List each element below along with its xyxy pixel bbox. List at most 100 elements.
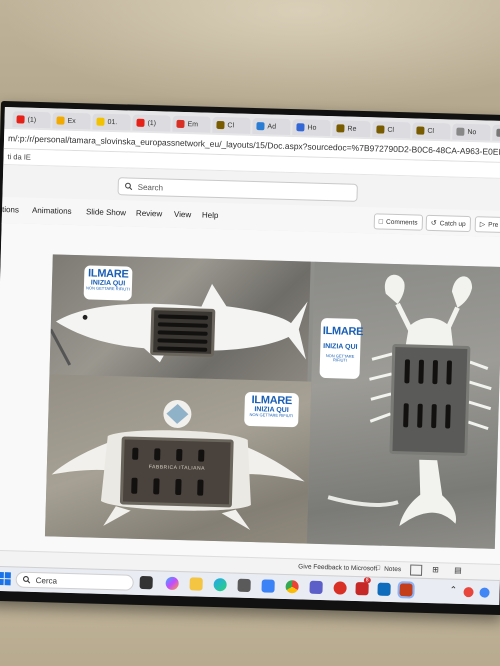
youtube-icon [136,118,145,127]
slide-sorter-icon[interactable]: ⊞ [432,565,439,574]
browser-tab[interactable]: Cl [372,121,411,139]
reading-view-icon[interactable]: ▤ [454,566,462,575]
crown-icon [336,124,345,133]
slide-canvas: ILMARE INIZIA QUI NON GETTARE RIFIUTI FA… [0,222,500,566]
monitor: (1)Ex01.(1)EmClAdHoReClClNoHoRe m/:p:/r/… [0,100,500,616]
ilmare-sticker: ILMARE INIZIA QUI NON GETTARE RIFIUTI [83,265,133,301]
wall-background [0,0,500,110]
catch-up-label: Catch up [439,219,466,228]
browser-tab-label: Cl [387,126,395,134]
photo-lobster: ILMARE INIZIA QUI NON GETTARE RIFIUTI [306,261,500,549]
comment-icon: □ [378,217,384,226]
teams-icon[interactable] [309,580,323,595]
screen: (1)Ex01.(1)EmClAdHoReClClNoHoRe m/:p:/r/… [0,107,500,605]
task-view-icon[interactable] [139,575,153,590]
notes-icon: □ [376,564,381,572]
browser-tab[interactable]: Ho [292,119,331,137]
tab-review[interactable]: Review [136,209,162,219]
notes-button[interactable]: Notes [384,566,401,573]
browser-tab-label: Ho [307,123,317,132]
app-icon[interactable] [333,581,347,595]
app-icon[interactable] [355,581,369,596]
browser-tab[interactable]: (1) [132,114,171,132]
tray-app-icon[interactable] [463,587,474,598]
chevron-up-icon[interactable]: ⌃ [449,585,457,596]
bookmark-item[interactable]: ti da IE [7,152,31,162]
search-icon [23,576,31,584]
slide[interactable]: ILMARE INIZIA QUI NON GETTARE RIFIUTI FA… [44,254,500,549]
tab-icon [96,117,105,126]
tab-icon [496,128,500,137]
start-icon[interactable] [0,571,11,586]
browser-tab[interactable]: No [452,123,491,141]
tab-icon [176,119,185,129]
catch-up-icon: ↺ [430,219,437,228]
browser-tab-label: (1) [147,119,157,127]
notification-badge: 8 [363,577,371,584]
tab-slide-show[interactable]: Slide Show [86,207,126,217]
browser-tab[interactable]: 01. [92,113,131,131]
browser-tab-label: No [467,128,477,136]
browser-tab-label: 01. [107,118,118,126]
photo-shark: ILMARE INIZIA QUI NON GETTARE RIFIUTI [49,254,311,382]
sticker-note: NON GETTARE RIFIUTI [249,411,294,419]
edge-icon[interactable] [213,578,227,592]
tab-icon [256,122,265,131]
taskbar-search[interactable]: Cerca [15,571,134,591]
sticker-note: NON GETTARE RIFIUTI [325,353,355,363]
catch-up-button[interactable]: ↺ Catch up [425,214,471,233]
present-button[interactable]: ▷ Pre [474,216,500,233]
sticker-title: ILMARE [322,324,364,339]
search-placeholder: Search [137,182,164,192]
browser-tab[interactable]: Cl [212,116,251,134]
present-label: Pre [488,221,499,229]
browser-tab-label: Ex [67,117,76,125]
ilmare-sticker: ILMARE INIZIA QUI NON GETTARE RIFIUTI [319,317,364,380]
browser-tab[interactable]: Cl [412,122,451,140]
browser-tab-label: Em [187,120,199,128]
grate-text: FABBRICA ITALIANA [148,464,206,472]
browser-tab-label: Re [347,125,357,133]
crown-icon [216,120,225,130]
search-box[interactable]: Search [117,177,358,202]
search-icon [125,182,133,191]
ilmare-sticker: ILMARE INIZIA QUI NON GETTARE RIFIUTI [244,391,300,428]
browser-tab-label: Ad [267,122,277,131]
browser-tab[interactable]: Re [332,120,371,138]
snipping-tool-icon[interactable] [377,582,391,596]
file-explorer-icon[interactable] [189,577,203,591]
comments-label: Comments [385,218,418,227]
powerpoint-icon[interactable] [397,581,415,599]
comments-button[interactable]: □ Comments [373,213,423,231]
tab-transitions[interactable]: tions [2,205,19,214]
photo-turtle: FABBRICA ITALIANA ILMARE INIZIA QUI NON … [44,374,312,544]
browser-tab[interactable]: (1) [12,111,51,129]
browser-tab-label: Cl [427,127,435,135]
taskbar-search-label: Cerca [35,575,58,586]
browser-tab[interactable]: Ex [52,112,91,130]
normal-view-icon[interactable] [409,564,423,576]
feedback-link[interactable]: Give Feedback to Microsoft [298,563,377,572]
chrome-icon[interactable] [285,580,299,594]
sticker-subtitle: INIZIA QUI [323,342,358,351]
browser-tab[interactable]: Em [172,115,211,133]
app-icon[interactable] [261,579,275,593]
browser-tab-label: Cl [227,121,235,129]
copilot-icon[interactable] [165,576,179,591]
youtube-icon [16,115,25,124]
browser-tab[interactable]: Ad [252,117,291,135]
tab-icon [296,123,305,132]
tab-view[interactable]: View [174,210,191,219]
tab-help[interactable]: Help [202,211,219,220]
browser-tab-label: (1) [27,116,37,124]
tray-app-icon[interactable] [479,587,490,598]
store-icon[interactable] [237,578,251,593]
present-icon: ▷ [479,221,486,229]
crown-icon [416,126,425,135]
tab-animations[interactable]: Animations [32,206,72,216]
drain-grate [389,343,471,457]
tab-icon [456,127,465,136]
browser-tab[interactable]: Ho [492,124,500,142]
crown-icon [376,125,385,134]
sticker-note: NON GETTARE RIFIUTI [85,285,130,292]
